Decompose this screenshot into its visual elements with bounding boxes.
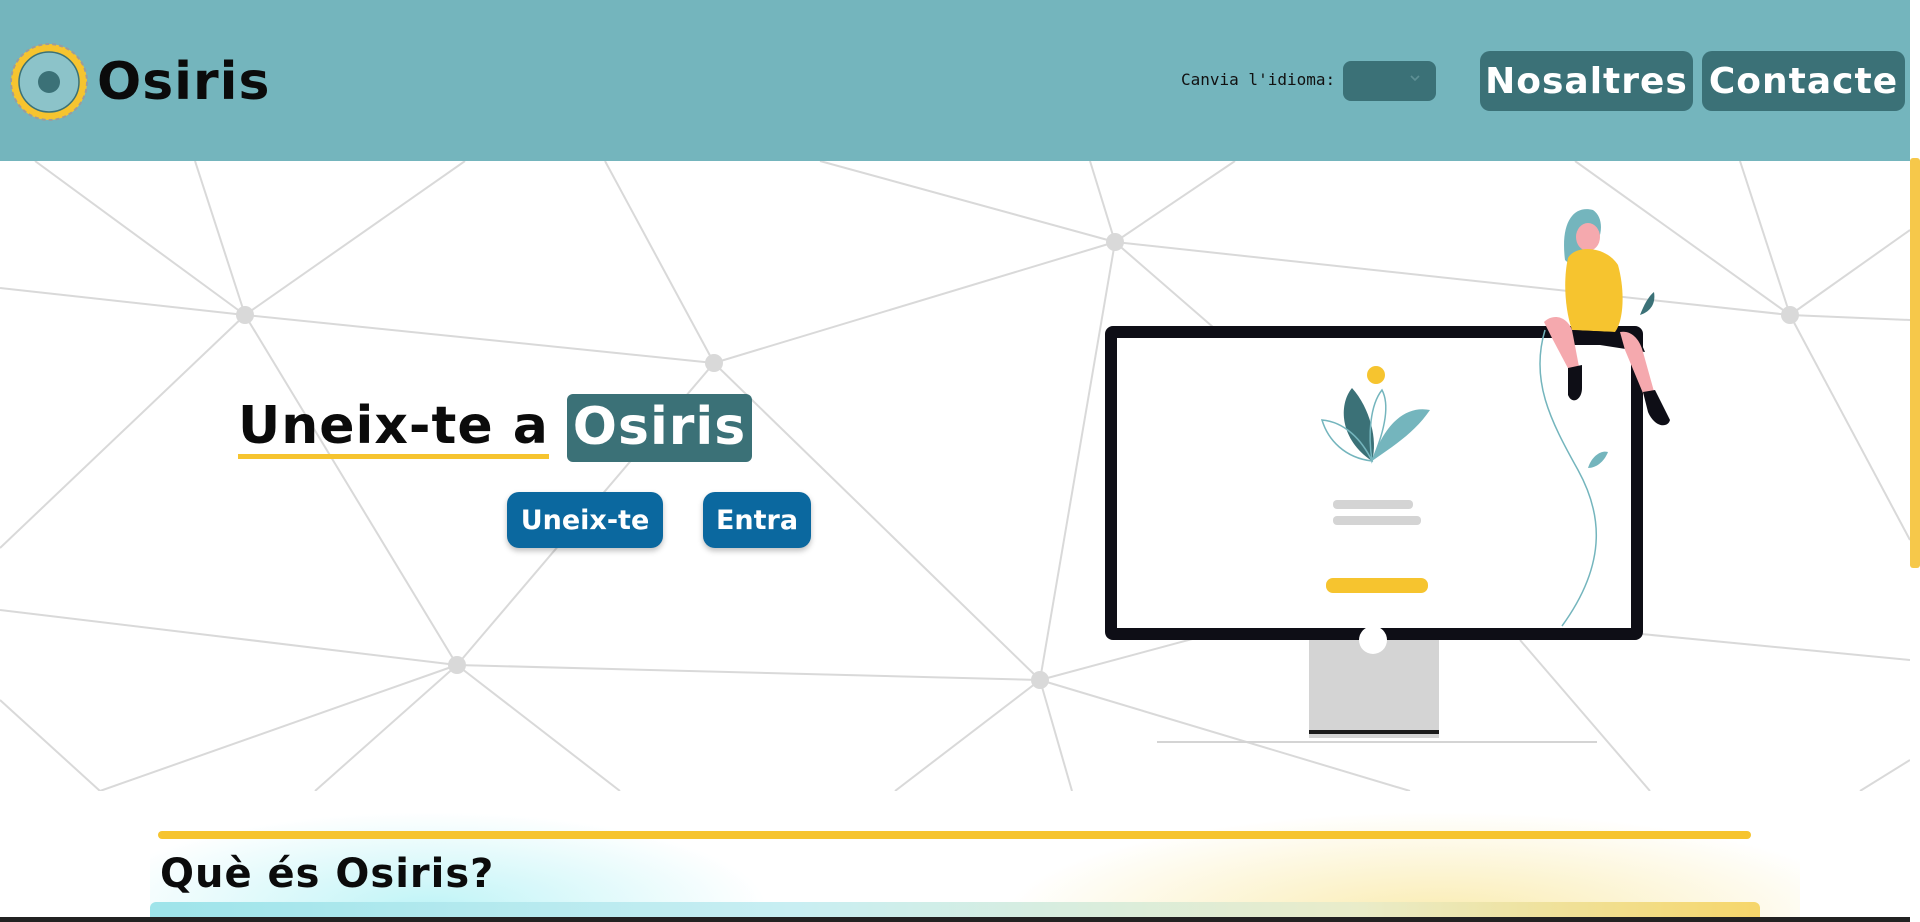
language-select[interactable] (1343, 61, 1436, 101)
enter-button[interactable]: Entra (703, 492, 811, 548)
bottom-edge (0, 917, 1910, 922)
chevron-down-icon (1410, 75, 1420, 82)
nav-contact-button[interactable]: Contacte (1702, 51, 1905, 111)
scrollbar-thumb[interactable] (1910, 158, 1920, 568)
logo-link[interactable]: Osiris (9, 42, 270, 122)
join-button[interactable]: Uneix-te (507, 492, 663, 548)
hero-title-text: Uneix-te a (238, 398, 549, 459)
site-header: Osiris Canvia l'idioma: Nosaltres Contac… (0, 0, 1920, 161)
hero-title-highlight: Osiris (566, 394, 753, 462)
nav-about-button[interactable]: Nosaltres (1480, 51, 1693, 111)
language-label: Canvia l'idioma: (1181, 70, 1336, 89)
hero-title: Uneix-te a Osiris (238, 394, 753, 462)
brand-name: Osiris (97, 52, 271, 112)
woman-on-monitor-illustration (1105, 209, 1670, 743)
about-divider (158, 831, 1751, 839)
osiris-logo-icon (10, 43, 88, 121)
about-title: Què és Osiris? (160, 851, 495, 897)
page: Osiris Canvia l'idioma: Nosaltres Contac… (0, 0, 1920, 922)
about-section: Què és Osiris? (0, 791, 1910, 922)
